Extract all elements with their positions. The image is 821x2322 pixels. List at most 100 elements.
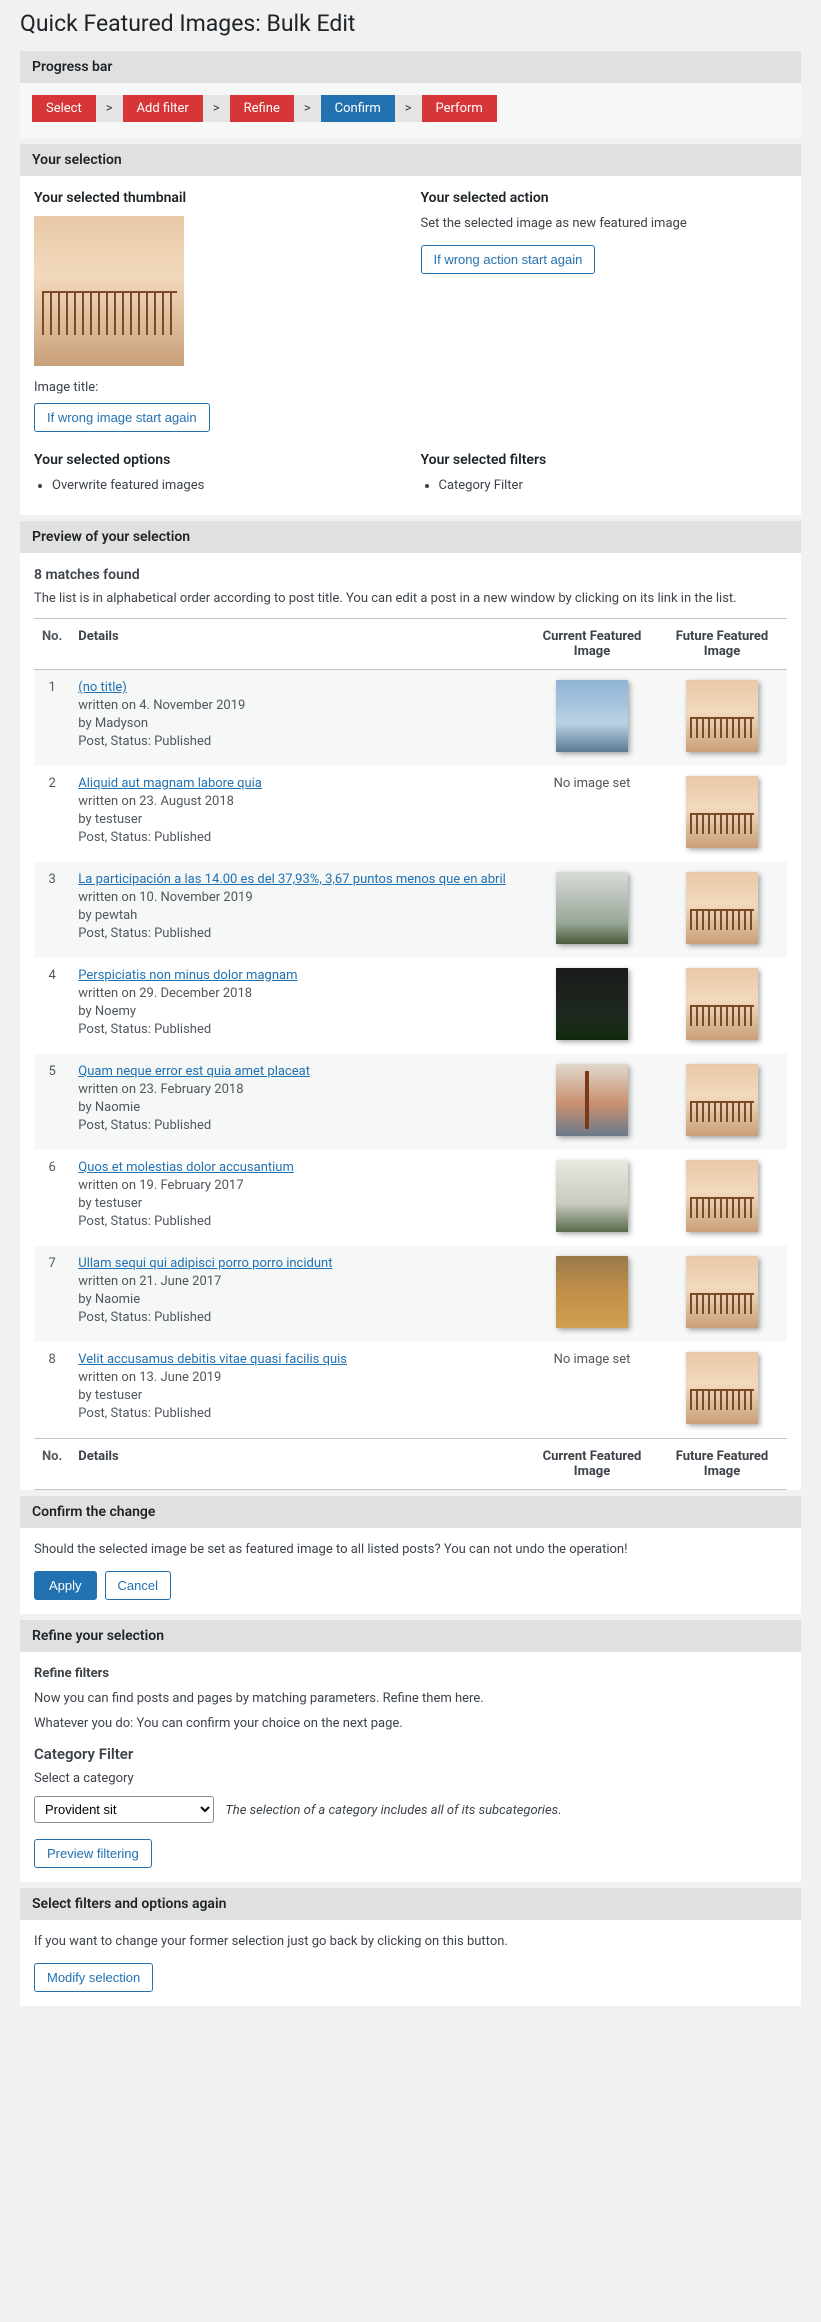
future-thumbnail (686, 680, 758, 752)
row-number: 6 (34, 1150, 70, 1246)
post-meta: Post, Status: Published (78, 1214, 519, 1229)
col-details: Details (70, 1439, 527, 1490)
list-item: Category Filter (439, 478, 788, 493)
post-meta: by Naomie (78, 1292, 519, 1307)
post-link[interactable]: Velit accusamus debitis vitae quasi faci… (78, 1352, 347, 1367)
future-image-cell (657, 862, 787, 958)
post-link[interactable]: Ullam sequi qui adipisci porro porro inc… (78, 1256, 332, 1271)
future-image-cell (657, 670, 787, 767)
again-heading: Select filters and options again (20, 1888, 801, 1920)
col-details: Details (70, 619, 527, 670)
no-image-text: No image set (554, 776, 631, 791)
category-note: The selection of a category includes all… (225, 1803, 561, 1818)
row-details: Perspiciatis non minus dolor magnam writt… (70, 958, 527, 1054)
current-image-cell: No image set (527, 766, 657, 862)
confirm-text: Should the selected image be set as feat… (34, 1542, 787, 1557)
col-current: Current Featured Image (527, 619, 657, 670)
current-image-cell: No image set (527, 1342, 657, 1439)
post-meta: written on 23. February 2018 (78, 1082, 519, 1097)
post-link[interactable]: Quam neque error est quia amet placeat (78, 1064, 310, 1079)
current-thumbnail (556, 1256, 628, 1328)
row-details: Quos et molestias dolor accusantium writt… (70, 1150, 527, 1246)
row-number: 8 (34, 1342, 70, 1439)
future-thumbnail (686, 1064, 758, 1136)
future-image-cell (657, 1150, 787, 1246)
progress-step-confirm[interactable]: Confirm (321, 95, 395, 122)
row-number: 4 (34, 958, 70, 1054)
current-image-cell (527, 958, 657, 1054)
col-future: Future Featured Image (657, 619, 787, 670)
current-thumbnail (556, 680, 628, 752)
page-title: Quick Featured Images: Bulk Edit (20, 10, 801, 37)
list-item: Overwrite featured images (52, 478, 401, 493)
wrong-action-button[interactable]: If wrong action start again (421, 245, 596, 274)
preview-filtering-button[interactable]: Preview filtering (34, 1839, 152, 1868)
table-row: 8 Velit accusamus debitis vitae quasi fac… (34, 1342, 787, 1439)
row-number: 7 (34, 1246, 70, 1342)
image-title-label: Image title: (34, 380, 401, 395)
table-row: 5Quam neque error est quia amet placeatw… (34, 1054, 787, 1150)
options-list: Overwrite featured images (34, 478, 401, 493)
post-meta: by testuser (78, 1388, 519, 1403)
progress-step-add-filter[interactable]: Add filter (123, 95, 203, 122)
future-image-cell (657, 1054, 787, 1150)
table-row: 7 Ullam sequi qui adipisci porro porro in… (34, 1246, 787, 1342)
cancel-button[interactable]: Cancel (105, 1571, 171, 1600)
category-filter-heading: Category Filter (34, 1745, 787, 1763)
again-text: If you want to change your former select… (34, 1934, 787, 1949)
progress-step-perform[interactable]: Perform (422, 95, 497, 122)
col-no: No. (34, 619, 70, 670)
filters-heading: Your selected filters (421, 452, 788, 468)
row-details: (no title)written on 4. November 2019by … (70, 670, 527, 767)
progress-step-refine[interactable]: Refine (230, 95, 294, 122)
row-details: Aliquid aut magnam labore quia written on… (70, 766, 527, 862)
category-label: Select a category (34, 1771, 787, 1786)
post-meta: Post, Status: Published (78, 1406, 519, 1421)
confirm-heading: Confirm the change (20, 1496, 801, 1528)
apply-button[interactable]: Apply (34, 1571, 97, 1600)
thumb-heading: Your selected thumbnail (34, 190, 401, 206)
post-meta: written on 10. November 2019 (78, 890, 519, 905)
progress-bar: Select>Add filter>Refine>Confirm>Perform (20, 83, 801, 138)
future-image-cell (657, 766, 787, 862)
post-meta: by Naomie (78, 1100, 519, 1115)
table-row: 2 Aliquid aut magnam labore quia written o… (34, 766, 787, 862)
post-meta: by Madyson (78, 716, 519, 731)
refine-heading: Refine your selection (20, 1620, 801, 1652)
selected-thumbnail (34, 216, 184, 366)
post-link[interactable]: Quos et molestias dolor accusantium (78, 1160, 294, 1175)
preview-heading: Preview of your selection (20, 521, 801, 553)
current-image-cell (527, 1150, 657, 1246)
post-link[interactable]: (no title) (78, 680, 127, 695)
row-details: Ullam sequi qui adipisci porro porro inc… (70, 1246, 527, 1342)
current-thumbnail (556, 1064, 628, 1136)
post-link[interactable]: Perspiciatis non minus dolor magnam (78, 968, 297, 983)
post-link[interactable]: La participación a las 14.00 es del 37,9… (78, 872, 506, 887)
wrong-image-button[interactable]: If wrong image start again (34, 403, 210, 432)
post-link[interactable]: Aliquid aut magnam labore quia (78, 776, 262, 791)
no-image-text: No image set (554, 1352, 631, 1367)
future-image-cell (657, 958, 787, 1054)
current-image-cell (527, 670, 657, 767)
post-meta: written on 29. December 2018 (78, 986, 519, 1001)
matches-count: 8 matches found (34, 567, 787, 583)
current-thumbnail (556, 872, 628, 944)
row-details: La participación a las 14.00 es del 37,9… (70, 862, 527, 958)
current-image-cell (527, 862, 657, 958)
category-select[interactable]: Provident sit (34, 1796, 214, 1823)
row-number: 2 (34, 766, 70, 862)
post-meta: by testuser (78, 1196, 519, 1211)
table-row: 6 Quos et molestias dolor accusantium writ… (34, 1150, 787, 1246)
refine-p1: Now you can find posts and pages by matc… (34, 1691, 787, 1706)
modify-selection-button[interactable]: Modify selection (34, 1963, 153, 1992)
post-meta: written on 23. August 2018 (78, 794, 519, 809)
selection-heading: Your selection (20, 144, 801, 176)
chevron-right-icon: > (395, 95, 422, 122)
post-meta: written on 19. February 2017 (78, 1178, 519, 1193)
preview-hint: The list is in alphabetical order accord… (34, 591, 787, 606)
refine-p2: Whatever you do: You can confirm your ch… (34, 1716, 787, 1731)
progress-step-select[interactable]: Select (32, 95, 96, 122)
future-thumbnail (686, 968, 758, 1040)
post-meta: Post, Status: Published (78, 1118, 519, 1133)
future-thumbnail (686, 776, 758, 848)
